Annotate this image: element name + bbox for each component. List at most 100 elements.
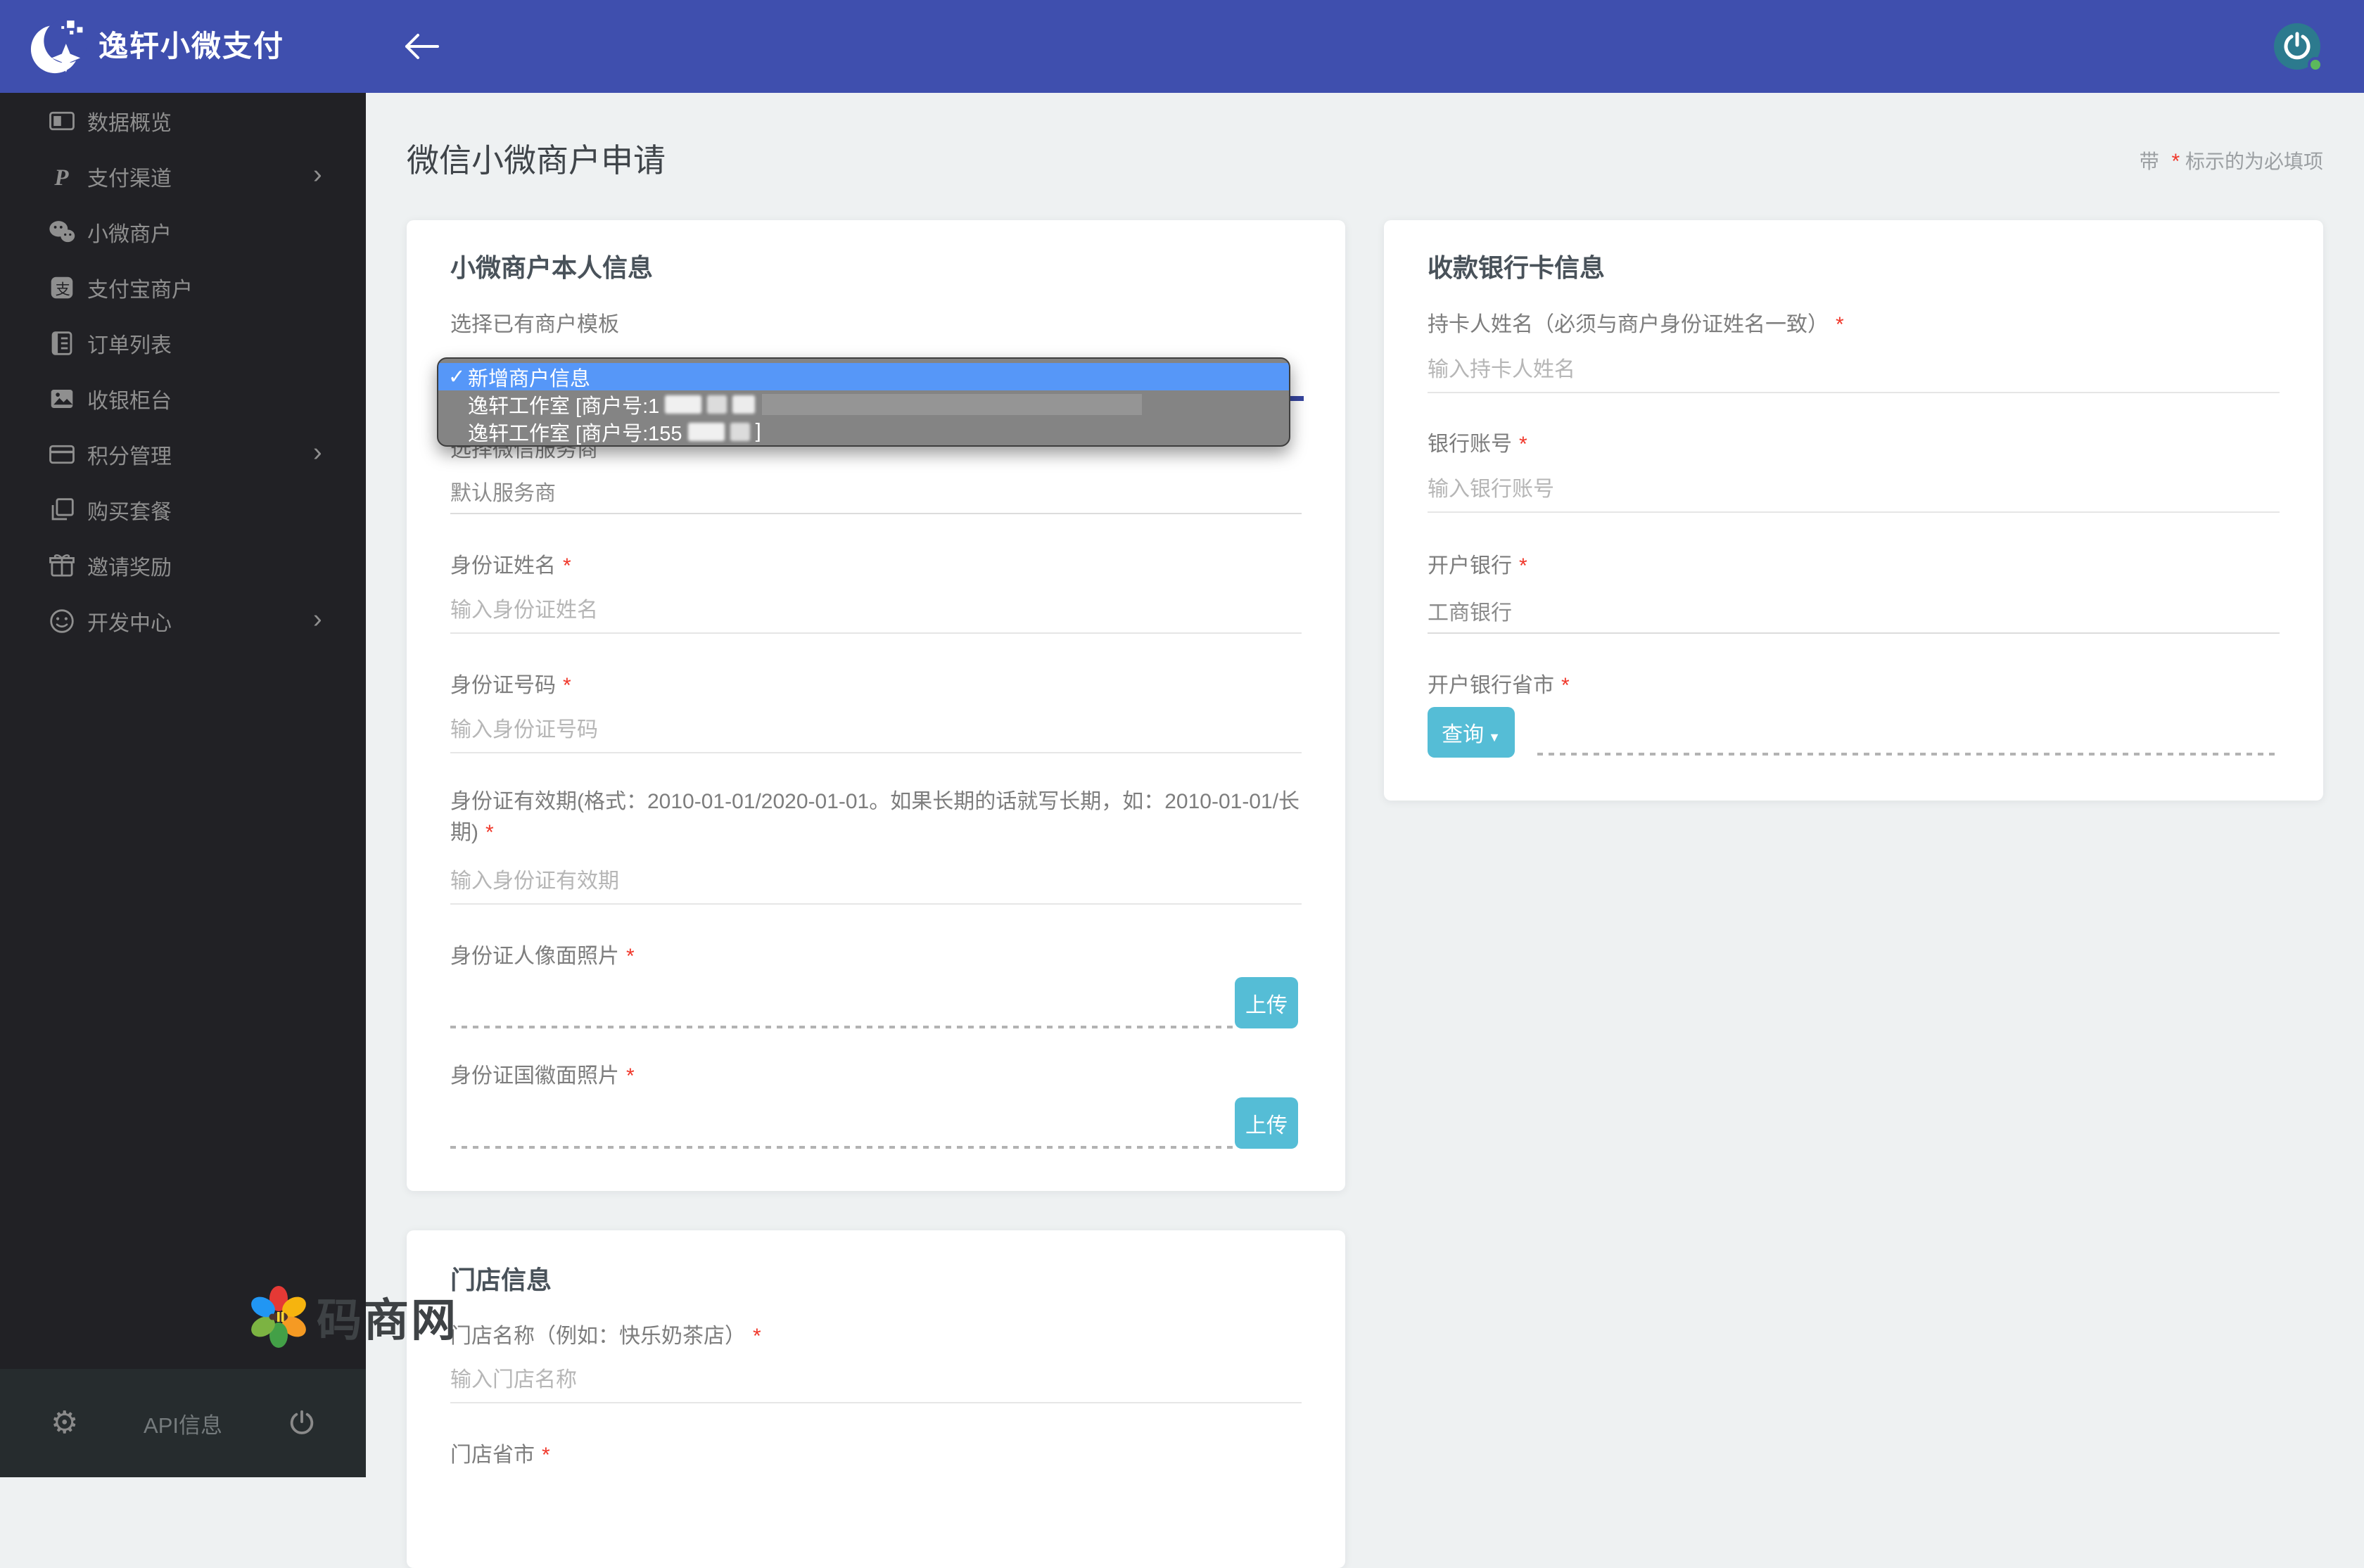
label-text: 持卡人姓名（必须与商户身份证姓名一致）: [1428, 313, 1829, 336]
required-note: 带 * 标示的为必填项: [2140, 146, 2323, 174]
id-back-upload-line: [450, 1146, 1235, 1149]
required-note-suffix: 标示的为必填项: [2180, 151, 2323, 172]
store-city-label: 门店省市 *: [450, 1440, 550, 1471]
id-number-input[interactable]: [450, 708, 1302, 753]
svg-text:P: P: [53, 165, 69, 190]
required-star: *: [1519, 554, 1527, 578]
id-back-upload-button[interactable]: 上传: [1235, 1097, 1298, 1149]
user-avatar[interactable]: [2274, 23, 2323, 72]
caret-down-icon: ▼: [1488, 730, 1501, 744]
merchant-card-title: 小微商户本人信息: [450, 253, 654, 282]
dev-center-icon: [50, 608, 74, 633]
sidebar-item-dev-center[interactable]: 开发中心 ›: [0, 593, 366, 649]
sidebar-item-label: 支付渠道: [87, 167, 172, 191]
payment-channel-icon: P: [53, 165, 69, 190]
id-front-upload-button[interactable]: 上传: [1235, 977, 1298, 1028]
redacted-text: [665, 395, 702, 414]
page-title: 微信小微商户申请: [407, 142, 666, 179]
brand-logo-icon: [30, 18, 87, 74]
query-button-label: 查询: [1442, 723, 1485, 746]
bank-account-input[interactable]: [1428, 468, 2280, 513]
store-card-title: 门店信息: [450, 1266, 552, 1294]
store-name-input[interactable]: [450, 1358, 1302, 1403]
dropdown-option-merchant-2[interactable]: 逸轩工作室 [商户号:155 ]: [438, 418, 1289, 445]
template-select-label: 选择已有商户模板: [450, 310, 619, 340]
required-star: *: [1836, 313, 1844, 336]
label-text: 银行账号: [1428, 433, 1512, 456]
id-front-upload-line: [450, 1026, 1235, 1028]
cashier-icon: [51, 389, 73, 408]
required-star: *: [2171, 150, 2180, 173]
sidebar-nav: 数据概览 P 支付渠道 › 小微商户 支 支付宝商户 订单列表 收银柜台 积分管…: [0, 93, 366, 1477]
sidebar-item-points[interactable]: 积分管理 ›: [0, 426, 366, 482]
id-number-label: 身份证号码 *: [450, 670, 571, 701]
chevron-right-icon: ›: [313, 438, 322, 467]
id-front-photo-label: 身份证人像面照片 *: [450, 941, 635, 972]
required-star: *: [563, 554, 571, 578]
bank-city-line: [1537, 753, 2280, 756]
sidebar-footer: ⚙ API信息: [0, 1369, 366, 1477]
sidebar-item-data-overview[interactable]: 数据概览: [0, 93, 366, 148]
app-title: 逸轩小微支付: [99, 30, 285, 63]
sidebar-item-buy-package[interactable]: 购买套餐: [0, 482, 366, 537]
label-text: 身份证有效期(格式：2010-01-01/2020-01-01。如果长期的话就写…: [450, 790, 1300, 844]
id-name-input[interactable]: [450, 589, 1302, 634]
sidebar-item-order-list[interactable]: 订单列表: [0, 315, 366, 371]
store-name-label: 门店名称（例如：快乐奶茶店） *: [450, 1321, 761, 1352]
logout-power-icon[interactable]: [287, 1408, 317, 1438]
required-star: *: [485, 821, 494, 844]
required-star: *: [626, 1064, 635, 1088]
redacted-text: [732, 395, 756, 414]
sidebar-item-label: 小微商户: [87, 222, 172, 246]
store-info-card: 门店信息 门店名称（例如：快乐奶茶店） * 门店省市 *: [407, 1230, 1345, 1568]
merchant-template-dropdown: ✓ 新增商户信息 逸轩工作室 [商户号:1 逸轩工作室 [商户号:155 ]: [437, 357, 1290, 447]
bank-card-info-card: 收款银行卡信息 持卡人姓名（必须与商户身份证姓名一致） * 银行账号 * 开户银行 *…: [1384, 220, 2323, 801]
required-star: *: [1519, 433, 1527, 456]
svg-text:支: 支: [56, 281, 70, 298]
select-value: 工商银行: [1428, 601, 1512, 625]
sidebar-item-micro-merchant[interactable]: 小微商户: [0, 204, 366, 260]
sidebar-item-payment-channels[interactable]: P 支付渠道 ›: [0, 148, 366, 204]
sidebar-item-label: 数据概览: [87, 111, 172, 135]
label-text: 选择已有商户模板: [450, 313, 619, 336]
bank-name-label: 开户银行 *: [1428, 551, 1527, 582]
sidebar-item-cashier[interactable]: 收银柜台: [0, 371, 366, 426]
bank-name-select[interactable]: 工商银行: [1428, 589, 2280, 634]
dropdown-option-merchant-1[interactable]: 逸轩工作室 [商户号:1: [438, 390, 1289, 418]
alipay-icon: 支: [51, 276, 73, 298]
app-header: 逸轩小微支付: [0, 0, 2364, 93]
data-overview-icon: [49, 111, 75, 130]
sidebar-item-label: 支付宝商户: [87, 278, 193, 302]
sidebar-item-invite-reward[interactable]: 邀请奖励: [0, 537, 366, 593]
bank-account-label: 银行账号 *: [1428, 429, 1527, 460]
online-status-dot: [2308, 57, 2323, 72]
chevron-right-icon: ›: [313, 604, 322, 634]
required-star: *: [563, 674, 571, 697]
option-label: 逸轩工作室 [商户号:155: [468, 422, 682, 445]
sidebar-item-label: 积分管理: [87, 445, 172, 469]
label-text: 身份证国徽面照片: [450, 1064, 619, 1088]
power-icon: [2284, 32, 2311, 60]
back-arrow-icon[interactable]: [401, 31, 440, 62]
dropdown-option-new-merchant[interactable]: ✓ 新增商户信息: [438, 363, 1289, 390]
label-text: 开户银行: [1428, 554, 1512, 578]
option-label: 逸轩工作室 [商户号:1: [468, 395, 660, 418]
select-value: 默认服务商: [450, 482, 556, 505]
chevron-right-icon: ›: [313, 160, 322, 189]
id-name-label: 身份证姓名 *: [450, 551, 571, 582]
holder-name-input[interactable]: [1428, 348, 2280, 393]
sidebar-item-alipay-merchant[interactable]: 支 支付宝商户: [0, 260, 366, 315]
sidebar-item-label: 订单列表: [87, 333, 172, 357]
order-list-icon: [51, 331, 72, 355]
holder-name-label: 持卡人姓名（必须与商户身份证姓名一致） *: [1428, 310, 1844, 340]
redacted-text: [730, 422, 750, 441]
service-provider-select[interactable]: 默认服务商: [450, 469, 1302, 514]
bank-city-query-button[interactable]: 查询 ▼: [1428, 707, 1515, 758]
points-card-icon: [49, 445, 75, 464]
id-back-photo-label: 身份证国徽面照片 *: [450, 1061, 635, 1092]
id-validity-label: 身份证有效期(格式：2010-01-01/2020-01-01。如果长期的话就写…: [450, 786, 1303, 848]
id-validity-input[interactable]: [450, 860, 1302, 905]
gift-icon: [49, 554, 75, 577]
redacted-band: [762, 393, 1143, 415]
sidebar-item-label: 购买套餐: [87, 500, 172, 524]
